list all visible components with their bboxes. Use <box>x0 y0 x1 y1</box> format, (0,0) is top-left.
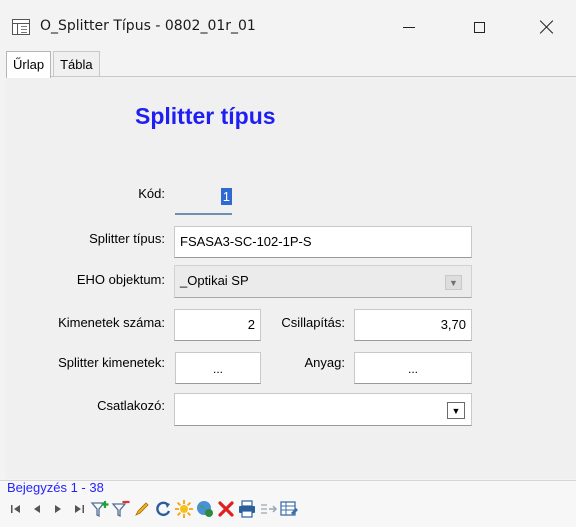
anyag-label: Anyag: <box>304 355 345 370</box>
kod-field[interactable]: 1 <box>175 183 232 215</box>
eho-objektum-combo[interactable]: _Optikai SP ▼ <box>174 265 472 298</box>
minimize-button[interactable] <box>389 12 429 42</box>
close-icon <box>540 20 554 34</box>
add-filter-icon[interactable] <box>90 499 110 519</box>
splitter-tipus-label: Splitter típus: <box>89 231 165 246</box>
record-toolbar <box>6 498 300 520</box>
refresh-icon[interactable] <box>153 499 173 519</box>
view-tabs: Űrlap Tábla <box>6 51 102 78</box>
web-lookup-icon[interactable] <box>195 499 215 519</box>
eho-objektum-value: _Optikai SP <box>180 273 249 288</box>
splitter-kimenetek-label: Splitter kimenetek: <box>58 355 165 370</box>
first-record-icon[interactable] <box>6 499 26 519</box>
datasheet-icon <box>12 19 30 35</box>
export-icon[interactable] <box>258 499 278 519</box>
tab-urlap[interactable]: Űrlap <box>6 51 52 78</box>
form-title: Splitter típus <box>135 103 276 129</box>
print-icon[interactable] <box>237 499 257 519</box>
splitter-kimenetek-button[interactable]: ... <box>175 352 261 384</box>
new-record-icon[interactable] <box>174 499 194 519</box>
close-button[interactable] <box>527 12 567 42</box>
window-title: O_Splitter Típus - 0802_01r_01 <box>40 18 256 34</box>
previous-record-icon[interactable] <box>27 499 47 519</box>
chevron-down-icon[interactable]: ▼ <box>447 402 465 419</box>
csillapitas-input[interactable]: 3,70 <box>354 309 472 341</box>
maximize-icon <box>473 21 485 33</box>
eho-objektum-label: EHO objektum: <box>76 272 165 287</box>
table-view-icon[interactable] <box>279 499 299 519</box>
minimize-icon <box>403 26 415 28</box>
kimenetek-szama-label: Kimenetek száma: <box>58 315 165 330</box>
tab-tabla[interactable]: Tábla <box>53 51 100 77</box>
csatlakozo-label: Csatlakozó: <box>97 398 165 413</box>
record-count: Bejegyzés 1 - 38 <box>7 480 104 495</box>
anyag-button[interactable]: ... <box>354 352 472 384</box>
remove-filter-icon[interactable] <box>111 499 131 519</box>
maximize-button[interactable] <box>459 12 499 42</box>
next-record-icon[interactable] <box>48 499 68 519</box>
last-record-icon[interactable] <box>69 499 89 519</box>
csatlakozo-combo[interactable]: ▼ <box>174 393 472 426</box>
window-titlebar: O_Splitter Típus - 0802_01r_01 <box>0 0 576 50</box>
kimenetek-szama-input[interactable]: 2 <box>174 309 261 341</box>
splitter-tipus-input[interactable]: FSASA3-SC-102-1P-S <box>174 226 472 258</box>
chevron-down-icon[interactable]: ▼ <box>445 275 462 290</box>
csillapitas-label: Csillapítás: <box>281 315 345 330</box>
kod-value: 1 <box>220 188 232 205</box>
delete-icon[interactable] <box>216 499 236 519</box>
kod-label: Kód: <box>138 186 165 201</box>
edit-icon[interactable] <box>132 499 152 519</box>
